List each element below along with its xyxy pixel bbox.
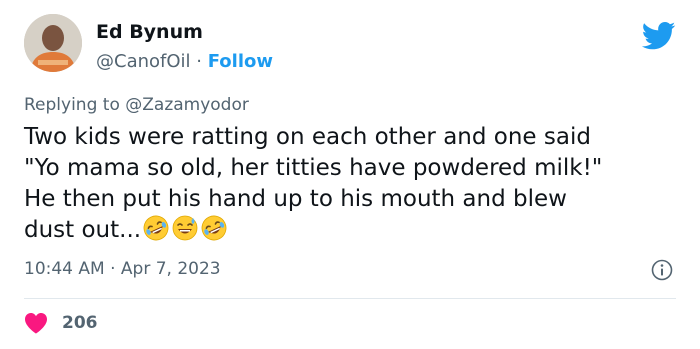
author-handle[interactable]: @CanofOil bbox=[96, 51, 191, 72]
handle-separator: · bbox=[196, 51, 202, 72]
author-name[interactable]: Ed Bynum bbox=[96, 21, 203, 43]
follow-button[interactable]: Follow bbox=[208, 51, 273, 72]
tweet-date: Apr 7, 2023 bbox=[120, 259, 221, 279]
grinning-sweat-icon bbox=[172, 215, 198, 241]
twitter-bird-icon[interactable] bbox=[642, 22, 676, 50]
tweet-timestamp[interactable]: 10:44 AM · Apr 7, 2023 bbox=[24, 259, 221, 279]
info-icon[interactable] bbox=[651, 259, 673, 281]
rolling-on-floor-laughing-icon bbox=[201, 215, 227, 241]
emoji-row bbox=[143, 215, 230, 250]
tweet-text: Two kids were ratting on each other and … bbox=[24, 124, 603, 243]
divider bbox=[24, 298, 676, 299]
replying-to: Replying to @Zazamyodor bbox=[24, 95, 249, 115]
replying-prefix: Replying to bbox=[24, 95, 120, 115]
tweet-text-block: Two kids were ratting on each other and … bbox=[24, 122, 674, 250]
heart-icon[interactable] bbox=[24, 312, 48, 334]
tweet-card: Ed Bynum @CanofOil · Follow Replying to … bbox=[0, 0, 700, 349]
like-count[interactable]: 206 bbox=[62, 313, 98, 333]
avatar[interactable] bbox=[24, 14, 82, 72]
tweet-time: 10:44 AM bbox=[24, 259, 105, 279]
rolling-on-floor-laughing-icon bbox=[143, 215, 169, 241]
timestamp-separator: · bbox=[110, 259, 116, 279]
author-handle-row: @CanofOil · Follow bbox=[96, 51, 273, 72]
replying-to-handle[interactable]: @Zazamyodor bbox=[125, 95, 249, 115]
